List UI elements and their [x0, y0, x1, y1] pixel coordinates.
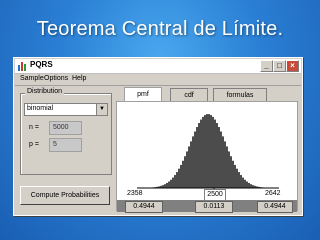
pmf-bar [208, 114, 210, 188]
x-min-label: 2358 [127, 190, 143, 197]
minimize-button[interactable]: _ [260, 60, 273, 72]
pmf-bar [202, 116, 204, 188]
pmf-bar [242, 177, 244, 188]
menu-help[interactable]: Help [72, 75, 86, 82]
pmf-bar [190, 141, 192, 188]
param-p-label: p = [29, 141, 39, 148]
tab-cdf[interactable]: cdf [170, 88, 208, 102]
param-n-input[interactable]: 5000 [49, 121, 82, 135]
pmf-bar [200, 119, 202, 188]
pmf-bar [236, 168, 238, 188]
menu-sample[interactable]: Sample [20, 75, 44, 82]
pmf-bar [218, 127, 220, 188]
compute-probabilities-button[interactable]: Compute Probabilities [20, 186, 110, 205]
x-max-label: 2642 [265, 190, 281, 197]
prob-center: 0.0113 [195, 201, 233, 213]
distribution-label: Distribution [25, 88, 65, 95]
pmf-bar [228, 151, 230, 188]
pmf-bar [248, 182, 250, 188]
prob-left: 0.4944 [125, 201, 163, 213]
pmf-bar [224, 141, 226, 188]
pmf-bar [246, 181, 248, 188]
pmf-bar [188, 146, 190, 188]
pmf-bar [180, 164, 182, 188]
pmf-bar [164, 184, 166, 188]
distribution-select[interactable]: binomial ▼ [24, 103, 108, 116]
distribution-panel: pmf cdf formulas 2358 2500 2642 0.4944 0… [116, 87, 298, 213]
pmf-bar [222, 136, 224, 188]
menu-options[interactable]: Options [44, 75, 68, 82]
pqrs-window: PQRS _ □ × Sample Options Help Distribut… [13, 57, 303, 216]
window-title: PQRS [30, 60, 53, 69]
pmf-bar [172, 177, 174, 188]
tab-pmf[interactable]: pmf [124, 87, 162, 102]
pmf-bar [210, 115, 212, 188]
pmf-bar [238, 172, 240, 188]
pmf-bar [182, 160, 184, 188]
pmf-bar [226, 146, 228, 188]
pmf-bar [216, 122, 218, 188]
distribution-value: binomial [27, 105, 54, 112]
pmf-bar [230, 156, 232, 188]
pmf-bar [214, 119, 216, 188]
prob-right: 0.4944 [257, 201, 293, 213]
pmf-bar [184, 156, 186, 188]
app-icon [18, 62, 26, 71]
param-p-input[interactable]: 5 [49, 138, 82, 152]
pmf-chart-area: 2358 2500 2642 0.4944 0.0113 0.4944 [116, 101, 298, 213]
tab-formulas[interactable]: formulas [213, 88, 267, 102]
pmf-bar [234, 164, 236, 188]
param-n-label: n = [29, 124, 39, 131]
pmf-bar [166, 182, 168, 188]
maximize-button[interactable]: □ [273, 60, 286, 72]
distribution-group: Distribution binomial ▼ n = 5000 p = 5 [20, 88, 112, 175]
pmf-bar [196, 127, 198, 188]
slide-title: Teorema Central de Límite. [36, 18, 284, 40]
pmf-bar [232, 160, 234, 188]
pmf-bar [186, 151, 188, 188]
pmf-bar [220, 131, 222, 188]
probability-strip: 0.4944 0.0113 0.4944 [117, 200, 297, 213]
pmf-chart [137, 114, 279, 192]
menu-bar: Sample Options Help [15, 74, 301, 86]
pmf-bar [192, 136, 194, 188]
pmf-bar [244, 179, 246, 188]
pmf-bar [204, 115, 206, 188]
pmf-bar [168, 181, 170, 188]
pmf-bar [250, 184, 252, 188]
close-button[interactable]: × [286, 60, 299, 72]
pmf-bar [212, 116, 214, 188]
pmf-bar [176, 172, 178, 188]
pmf-bar [194, 131, 196, 188]
pmf-bar [174, 175, 176, 188]
pmf-bar [206, 114, 208, 188]
pmf-bar [178, 168, 180, 188]
pmf-bar [170, 179, 172, 188]
chevron-down-icon[interactable]: ▼ [96, 104, 107, 115]
pmf-bar [198, 122, 200, 188]
pmf-bar [240, 175, 242, 188]
title-bar[interactable]: PQRS _ □ × [15, 59, 301, 74]
